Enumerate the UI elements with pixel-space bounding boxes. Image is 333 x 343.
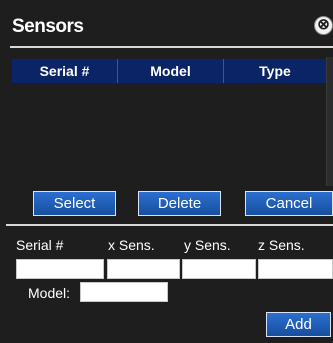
title-divider: [10, 46, 333, 48]
section-divider: [6, 224, 333, 226]
model-label: Model:: [28, 285, 71, 301]
sensors-dialog: Sensors ⊗ Serial # Model Type Select Del…: [0, 0, 333, 343]
x-sens-input[interactable]: [107, 259, 180, 279]
add-button[interactable]: Add: [266, 312, 331, 337]
serial-input[interactable]: [16, 259, 104, 279]
table-header: Serial # Model Type: [12, 59, 326, 83]
z-sens-label: z Sens.: [258, 237, 305, 253]
y-sens-label: y Sens.: [184, 237, 231, 253]
x-sens-label: x Sens.: [108, 237, 155, 253]
model-input[interactable]: [80, 282, 168, 302]
cancel-button[interactable]: Cancel: [245, 191, 333, 216]
close-icon[interactable]: ⊗: [314, 16, 333, 35]
column-header-serial[interactable]: Serial #: [12, 59, 118, 83]
column-header-type[interactable]: Type: [224, 59, 326, 83]
dialog-title: Sensors: [12, 16, 84, 37]
serial-label: Serial #: [16, 237, 64, 253]
z-sens-input[interactable]: [258, 259, 333, 279]
column-header-model[interactable]: Model: [118, 59, 224, 83]
y-sens-input[interactable]: [182, 259, 256, 279]
select-button[interactable]: Select: [33, 191, 116, 216]
table-scrollbar[interactable]: [326, 57, 333, 186]
delete-button[interactable]: Delete: [138, 191, 221, 216]
sensors-table[interactable]: Serial # Model Type: [12, 57, 326, 186]
